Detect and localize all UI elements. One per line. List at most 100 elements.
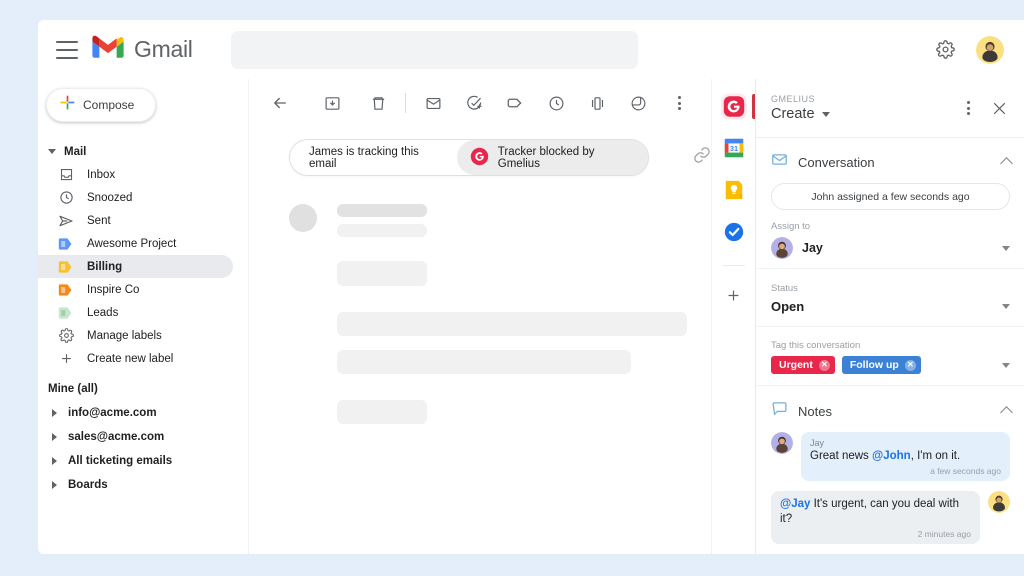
chevron-down-icon	[48, 149, 56, 154]
chevron-right-icon	[52, 408, 57, 417]
hamburger-icon[interactable]	[56, 40, 78, 59]
gmail-logo-icon	[92, 35, 124, 64]
note-timestamp: 2 minutes ago	[917, 529, 971, 539]
rail-divider	[722, 265, 745, 266]
avatar	[771, 237, 793, 259]
skeleton-line	[337, 204, 427, 217]
gmelius-header-actions	[963, 95, 1012, 121]
sidebar-item-label: All ticketing emails	[68, 454, 173, 467]
close-icon[interactable]: ✕	[904, 359, 916, 371]
avatar[interactable]	[976, 35, 1004, 64]
conversation-section-title: Conversation	[798, 154, 875, 170]
close-icon[interactable]: ✕	[818, 359, 830, 371]
label-icon-green	[58, 305, 74, 321]
tag-label: Tag this conversation	[771, 340, 861, 351]
chevron-down-icon[interactable]	[1002, 362, 1010, 368]
sidebar-item-leads[interactable]: Leads	[38, 301, 233, 324]
sidebar-item-label: sales@acme.com	[68, 430, 165, 443]
close-icon[interactable]	[986, 95, 1012, 121]
sidebar-item-boards[interactable]: Boards	[38, 473, 248, 496]
sidebar-section-mail[interactable]: Mail	[38, 140, 248, 163]
chevron-down-icon[interactable]	[821, 112, 830, 117]
gmelius-panel-title[interactable]: Create	[771, 106, 830, 123]
notes-section-header[interactable]: Notes	[756, 386, 1024, 430]
note-text-after: , I'm on it.	[910, 450, 961, 462]
back-icon[interactable]	[263, 86, 297, 120]
list-item[interactable]: Jay Great news @John, I'm on it. a few s…	[771, 432, 1010, 481]
status-badge[interactable]: Urgent ✕	[771, 356, 835, 374]
assigned-note: John assigned a few seconds ago	[771, 183, 1010, 210]
mention[interactable]: @Jay	[780, 498, 810, 510]
plus-icon	[58, 351, 74, 367]
note-text: @Jay It's urgent, can you deal with it?	[780, 497, 971, 527]
gear-icon[interactable]	[932, 37, 958, 63]
sidebar-item-label: Snoozed	[87, 191, 133, 204]
chevron-right-icon	[52, 456, 57, 465]
gmelius-share-icon[interactable]	[621, 86, 655, 120]
label-icon[interactable]	[498, 86, 532, 120]
tracker-pill[interactable]: James is tracking this email Tracker blo…	[289, 139, 649, 176]
mark-unread-icon[interactable]	[416, 86, 450, 120]
snooze-icon[interactable]	[539, 86, 573, 120]
gmelius-panel-header: GMELIUS Create	[756, 79, 1024, 138]
sidebar-item-awesome-project[interactable]: Awesome Project	[38, 232, 233, 255]
chevron-up-icon[interactable]	[1000, 157, 1013, 170]
sidebar-item-inbox[interactable]: Inbox	[38, 163, 233, 186]
tag-label: Urgent	[779, 359, 813, 371]
add-addon-icon[interactable]	[721, 282, 747, 308]
status-field[interactable]: Status Open	[756, 269, 1024, 327]
delete-icon[interactable]	[361, 86, 395, 120]
chevron-right-icon	[52, 432, 57, 441]
sidebar-item-label: info@acme.com	[68, 406, 157, 419]
chevron-down-icon[interactable]	[1002, 304, 1010, 309]
avatar	[771, 432, 793, 454]
google-keep-icon[interactable]	[721, 177, 747, 203]
sidebar-item-info-acme[interactable]: info@acme.com	[38, 401, 248, 424]
chevron-down-icon[interactable]	[1002, 245, 1010, 251]
gmelius-icon[interactable]	[720, 93, 747, 119]
more-options-icon[interactable]	[963, 97, 974, 119]
skeleton-line	[337, 312, 687, 336]
search-input[interactable]	[230, 30, 638, 69]
google-tasks-icon[interactable]	[721, 219, 747, 245]
chevron-up-icon[interactable]	[1000, 406, 1013, 419]
link-icon[interactable]	[693, 146, 711, 169]
archive-icon[interactable]	[315, 86, 349, 120]
assign-to-field[interactable]: Assign to Jay	[756, 210, 1024, 269]
sidebar-item-billing[interactable]: Billing	[38, 255, 233, 278]
addon-rail: 31	[711, 79, 755, 554]
tag-label: Follow up	[849, 359, 899, 371]
email-pane: James is tracking this email Tracker blo…	[248, 79, 711, 554]
label-icon-yellow	[58, 259, 74, 275]
google-calendar-icon[interactable]: 31	[721, 135, 747, 161]
sidebar-item-manage-labels[interactable]: Manage labels	[38, 324, 233, 347]
snippet-icon[interactable]	[580, 86, 614, 120]
compose-button[interactable]: Compose	[46, 88, 156, 122]
gmail-logo[interactable]: Gmail	[92, 35, 193, 64]
email-body-skeleton	[249, 176, 711, 424]
list-item[interactable]: @Jay It's urgent, can you deal with it? …	[771, 491, 1010, 544]
avatar	[988, 491, 1010, 513]
sidebar-item-sent[interactable]: Sent	[38, 209, 233, 232]
sidebar-item-snoozed[interactable]: Snoozed	[38, 186, 233, 209]
status-badge[interactable]: Follow up ✕	[841, 356, 921, 374]
email-toolbar	[249, 83, 711, 123]
add-task-icon[interactable]	[457, 86, 491, 120]
send-icon	[58, 213, 74, 229]
label-icon-blue	[58, 236, 74, 252]
tracker-blocked-badge[interactable]: Tracker blocked by Gmelius	[456, 140, 648, 175]
sidebar-shared-header: Mine (all)	[48, 383, 98, 395]
conversation-section-header[interactable]: Conversation	[756, 138, 1024, 183]
mention[interactable]: @John	[872, 450, 911, 462]
sidebar-item-sales-acme[interactable]: sales@acme.com	[38, 425, 248, 448]
sidebar-item-inspire-co[interactable]: Inspire Co	[38, 278, 233, 301]
sidebar-item-all-ticketing-emails[interactable]: All ticketing emails	[38, 449, 248, 472]
compose-label: Compose	[83, 98, 135, 112]
sidebar-item-label: Awesome Project	[87, 237, 177, 250]
inbox-icon	[58, 167, 74, 183]
note-bubble: Jay Great news @John, I'm on it. a few s…	[801, 432, 1010, 481]
more-options-icon[interactable]	[662, 86, 696, 120]
sidebar-item-label: Create new label	[87, 352, 174, 365]
sidebar-item-create-new-label[interactable]: Create new label	[38, 347, 233, 370]
assign-to-value: Jay	[802, 241, 823, 255]
